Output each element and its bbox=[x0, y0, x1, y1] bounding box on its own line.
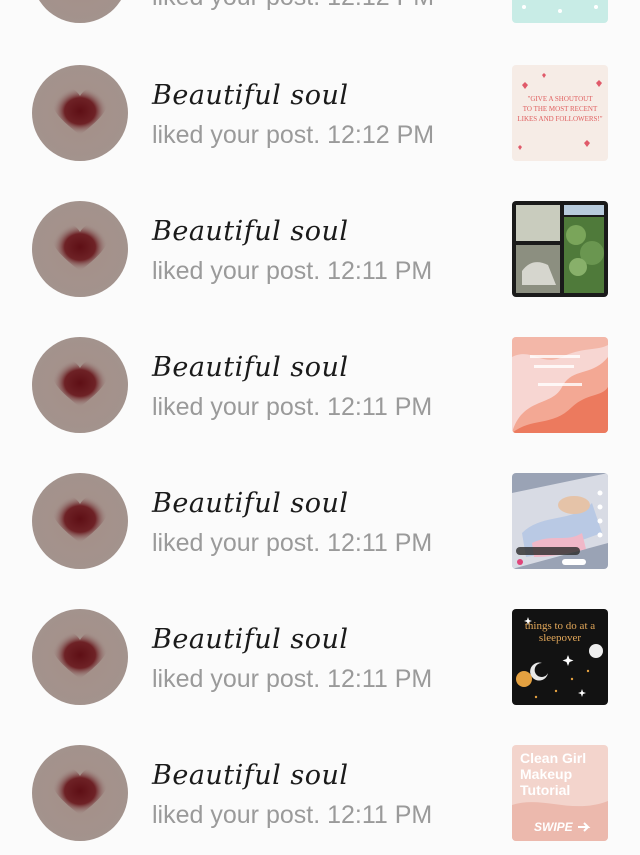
avatar[interactable] bbox=[32, 473, 128, 569]
notification-row[interactable]: Beautiful soul liked your post. 12:11 PM bbox=[0, 184, 640, 320]
notification-row[interactable]: Beautiful soul liked your post. 12:12 PM… bbox=[0, 48, 640, 184]
post-thumbnail[interactable]: Clean Girl Makeup Tutorial SWIPE bbox=[512, 745, 608, 841]
notification-row[interactable]: Beautiful soul liked your post. 12:11 PM bbox=[0, 456, 640, 592]
notification-action: liked your post. 12:11 PM bbox=[152, 257, 433, 285]
post-thumbnail[interactable]: things to do at a sleepover bbox=[512, 609, 608, 705]
post-thumbnail[interactable] bbox=[512, 337, 608, 433]
post-thumbnail[interactable]: "GIVE A SHOUTOUT TO THE MOST RECENT LIKE… bbox=[512, 65, 608, 161]
activity-feed: liked your post. 12:12 PM Beautiful soul… bbox=[0, 0, 640, 855]
username[interactable]: Beautiful soul bbox=[152, 488, 349, 519]
avatar[interactable] bbox=[32, 201, 128, 297]
avatar[interactable] bbox=[32, 609, 128, 705]
thumb-text: Makeup bbox=[520, 766, 572, 782]
notification-action: liked your post. 12:12 PM bbox=[152, 0, 434, 12]
post-thumbnail[interactable] bbox=[512, 0, 608, 23]
avatar[interactable] bbox=[32, 0, 128, 23]
thumb-text: sleepover bbox=[539, 632, 581, 644]
username[interactable]: Beautiful soul bbox=[152, 216, 349, 247]
thumb-text: "GIVE A SHOUTOUT bbox=[528, 95, 594, 103]
post-thumbnail[interactable] bbox=[512, 201, 608, 297]
post-thumbnail[interactable] bbox=[512, 473, 608, 569]
username[interactable]: Beautiful soul bbox=[152, 760, 349, 791]
notification-row[interactable]: Beautiful soul liked your post. 12:11 PM… bbox=[0, 728, 640, 855]
notification-action: liked your post. 12:11 PM bbox=[152, 665, 433, 693]
thumb-text: Tutorial bbox=[520, 782, 570, 798]
thumb-text: SWIPE bbox=[534, 820, 574, 834]
thumb-text: Clean Girl bbox=[520, 750, 586, 766]
avatar[interactable] bbox=[32, 745, 128, 841]
avatar[interactable] bbox=[32, 65, 128, 161]
notification-action: liked your post. 12:11 PM bbox=[152, 529, 433, 557]
notification-action: liked your post. 12:11 PM bbox=[152, 393, 433, 421]
notification-action: liked your post. 12:11 PM bbox=[152, 801, 433, 829]
avatar[interactable] bbox=[32, 337, 128, 433]
thumb-text: TO THE MOST RECENT bbox=[523, 105, 598, 113]
thumb-text: LIKES AND FOLLOWERS!" bbox=[517, 115, 602, 123]
username[interactable]: Beautiful soul bbox=[152, 80, 349, 111]
username[interactable]: Beautiful soul bbox=[152, 352, 349, 383]
notification-action: liked your post. 12:12 PM bbox=[152, 121, 435, 149]
notification-row[interactable]: Beautiful soul liked your post. 12:11 PM bbox=[0, 320, 640, 456]
notification-row[interactable]: Beautiful soul liked your post. 12:11 PM… bbox=[0, 592, 640, 728]
thumb-text: things to do at a bbox=[525, 620, 595, 632]
username[interactable]: Beautiful soul bbox=[152, 624, 349, 655]
